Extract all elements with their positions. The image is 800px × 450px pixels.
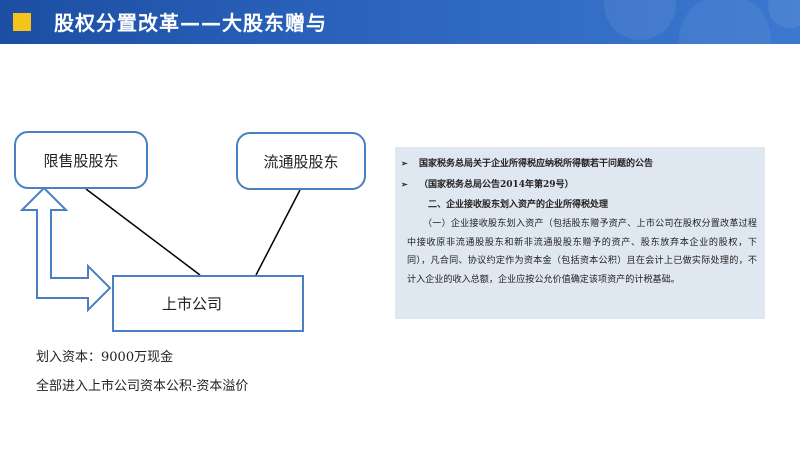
transfer-arrow: [19, 186, 112, 313]
circulating-shareholder-label: 流通股股东: [263, 152, 339, 171]
listed-company-box: 上市公司: [112, 275, 304, 332]
bullet-text: （国家税务总局公告2014年第29号）: [419, 180, 574, 190]
circulating-shareholder-box: 流通股股东: [236, 132, 366, 190]
bullet-item: ➢ 国家税务总局关于企业所得税应纳税所得额若干问题的公告: [401, 153, 759, 174]
restricted-shareholder-box: 限售股股东: [14, 131, 148, 189]
listed-company-label: 上市公司: [162, 295, 223, 313]
connector-line-circulating: [255, 189, 301, 276]
bullet-text: 国家税务总局关于企业所得税应纳税所得额若干问题的公告: [419, 159, 654, 169]
capital-transfer-note: 划入资本：9000万现金: [36, 350, 174, 365]
connector-line-restricted: [85, 188, 201, 276]
panel-paragraph: （一）企业接收股东划入资产（包括股东赠予资产、上市公司在股权分置改革过程中接收原…: [407, 219, 757, 285]
regulation-panel: ➢ 国家税务总局关于企业所得税应纳税所得额若干问题的公告 ➢ （国家税务总局公告…: [395, 147, 765, 319]
panel-subheading: 二、企业接收股东划入资产的企业所得税处理: [428, 200, 609, 210]
arrow-bullet-icon: ➢: [401, 179, 408, 189]
arrow-bullet-icon: ➢: [401, 158, 408, 168]
restricted-shareholder-label: 限售股股东: [43, 151, 119, 170]
capital-reserve-note: 全部进入上市公司资本公积-资本溢价: [36, 379, 249, 394]
bullet-item: ➢ （国家税务总局公告2014年第29号）: [401, 174, 759, 195]
